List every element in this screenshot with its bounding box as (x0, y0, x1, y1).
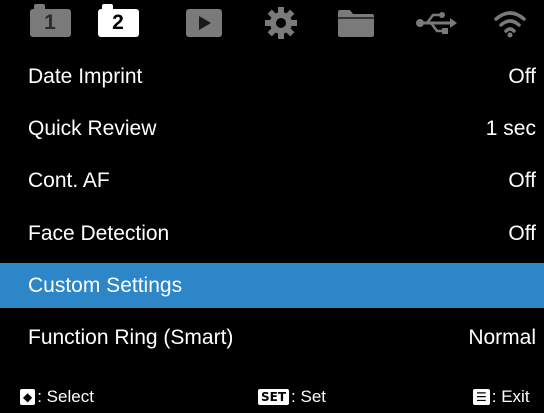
menu-item-label: Cont. AF (28, 169, 110, 192)
menu-item-value: 1 sec (485, 117, 536, 140)
menu-item-label: Face Detection (28, 222, 170, 245)
menu-tab-bar: 1 2 (0, 0, 544, 45)
menu-item-value: Off (508, 222, 536, 245)
exit-hint: ☰ : Exit (473, 387, 530, 407)
tab-settings[interactable] (253, 0, 309, 45)
tab-usb[interactable] (408, 0, 464, 45)
menu-item-label: Custom Settings (28, 273, 183, 297)
tab-page-1[interactable]: 1 (22, 0, 78, 45)
menu-item-label: Function Ring (Smart) (28, 326, 234, 349)
set-key-icon: SET (258, 389, 290, 405)
exit-hint-label: : Exit (491, 387, 530, 406)
menu-item-quick-review[interactable]: Quick Review 1 sec (0, 106, 544, 152)
tab-page-2-label: 2 (112, 10, 124, 34)
menu-page-2-icon: 2 (97, 3, 139, 37)
menu-item-face-detection[interactable]: Face Detection Off (0, 211, 544, 257)
menu-item-label: Date Imprint (28, 65, 143, 88)
menu-item-date-imprint[interactable]: Date Imprint Off (0, 54, 544, 100)
dpad-key-icon: ◆ (20, 389, 36, 405)
menu-item-value: Off (508, 169, 536, 192)
tab-folder[interactable] (328, 0, 384, 45)
tab-page-2[interactable]: 2 (90, 0, 146, 45)
menu-item-value: Normal (468, 326, 536, 349)
settings-gear-icon (265, 6, 297, 39)
tab-page-1-label: 1 (44, 10, 56, 34)
menu-item-cont-af[interactable]: Cont. AF Off (0, 158, 544, 204)
tab-playback[interactable] (176, 0, 232, 45)
select-hint: ◆ : Select (20, 387, 94, 407)
menu-page-1-icon: 1 (29, 3, 71, 37)
menu-item-custom-settings[interactable]: Custom Settings (0, 263, 544, 308)
tab-wifi[interactable] (482, 0, 538, 45)
set-hint-label: : Set (291, 387, 326, 406)
folder-icon (338, 9, 374, 37)
menu-key-icon: ☰ (473, 389, 490, 405)
set-hint: SET : Set (258, 387, 326, 407)
menu-item-value: Off (508, 65, 536, 88)
wifi-icon (494, 10, 526, 37)
playback-icon (186, 8, 222, 37)
select-hint-label: : Select (37, 387, 94, 406)
menu-item-function-ring[interactable]: Function Ring (Smart) Normal (0, 315, 544, 361)
usb-icon (416, 11, 457, 34)
menu-item-label: Quick Review (28, 117, 157, 140)
button-hint-bar: ◆ : Select SET : Set ☰ : Exit (0, 384, 544, 413)
